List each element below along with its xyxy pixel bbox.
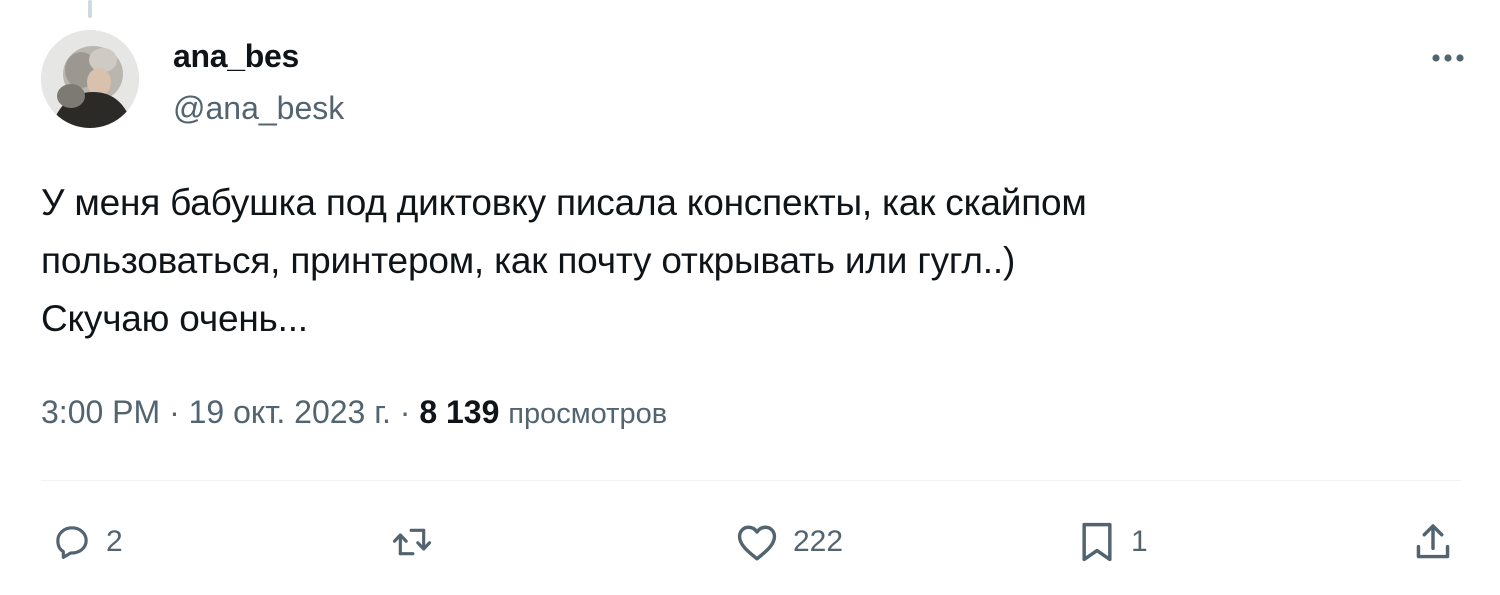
tweet: ana_bes @ana_besk У меня бабушка под дик… [0, 0, 1500, 595]
share-icon [1416, 524, 1450, 559]
views-count: 8 139 [419, 394, 500, 430]
repost-button[interactable] [390, 512, 448, 572]
like-count: 222 [793, 525, 844, 558]
repost-icon [392, 528, 432, 556]
heart-icon [737, 525, 777, 561]
bookmark-button[interactable]: 1 [1077, 512, 1148, 572]
tweet-time[interactable]: 3:00 PM [41, 394, 160, 430]
meta-separator: · [169, 394, 180, 430]
more-icon [1432, 54, 1464, 62]
views-label: просмотров [508, 398, 668, 430]
reply-button[interactable]: 2 [52, 512, 123, 572]
reply-icon [56, 526, 88, 559]
reply-count: 2 [106, 525, 123, 558]
bookmark-count: 1 [1131, 525, 1148, 558]
author-handle[interactable]: @ana_besk [173, 90, 344, 127]
tweet-text-line: Скучаю очень... [41, 298, 308, 339]
tweet-meta: 3:00 PM · 19 окт. 2023 г. · 8 139 просмо… [41, 394, 667, 431]
tweet-text: У меня бабушка под диктовку писала консп… [41, 174, 1441, 348]
tweet-date[interactable]: 19 окт. 2023 г. [189, 394, 391, 430]
divider [41, 480, 1461, 481]
bookmark-icon [1082, 522, 1112, 562]
avatar-image [41, 30, 139, 128]
share-button[interactable] [1413, 512, 1453, 572]
more-button[interactable] [1424, 38, 1472, 78]
meta-separator: · [399, 394, 411, 430]
thread-line [88, 0, 92, 18]
tweet-text-line: пользоваться, принтером, как почту откры… [41, 240, 1016, 281]
avatar[interactable] [41, 30, 139, 128]
like-button[interactable]: 222 [735, 512, 843, 572]
author-name[interactable]: ana_bes [173, 38, 299, 75]
tweet-text-line: У меня бабушка под диктовку писала консп… [41, 182, 1087, 223]
